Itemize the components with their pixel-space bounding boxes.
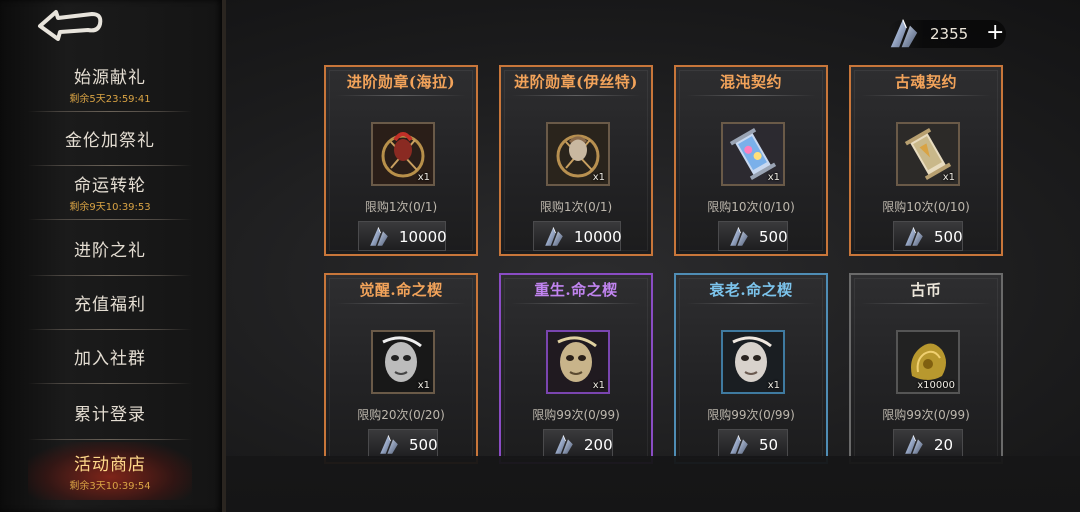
item-quantity: x1	[417, 172, 430, 183]
sidebar: 始源献礼 剩余5天23:59:41 金伦加祭礼 命运转轮 剩余9天10:39:5…	[0, 0, 226, 512]
item-quantity: x10000	[917, 380, 955, 391]
sidebar-item-label: 进阶之礼	[74, 240, 146, 261]
item-quantity: x1	[592, 172, 605, 183]
crystal-icon	[377, 433, 401, 457]
purchase-limit: 限购10次(0/10)	[882, 200, 970, 214]
item-price: 10000	[574, 228, 622, 246]
shop-card[interactable]: 觉醒.命之楔 x1 限购20次(0/20) 500	[324, 273, 478, 464]
divider	[686, 95, 816, 96]
sidebar-item-join-community[interactable]: 加入社群	[28, 330, 192, 384]
item-slot: x1	[721, 330, 785, 394]
item-title: 古魂契约	[894, 73, 957, 91]
item-title: 进阶勋章(海拉)	[346, 73, 456, 91]
countdown-timer: 剩余9天10:39:53	[69, 202, 151, 213]
shop-card[interactable]: 进阶勋章(海拉) x1 限购1次(0/1) 10000	[324, 65, 478, 256]
shop-card[interactable]: 重生.命之楔 x1 限购99次(0/99) 200	[499, 273, 653, 464]
item-price: 500	[409, 436, 438, 454]
purchase-limit: 限购10次(0/10)	[707, 200, 795, 214]
sidebar-item-label: 加入社群	[74, 348, 146, 369]
buy-button[interactable]: 200	[543, 429, 613, 459]
item-price: 500	[934, 228, 963, 246]
item-title: 觉醒.命之楔	[359, 281, 443, 299]
item-slot: x1	[546, 330, 610, 394]
sidebar-item-event-shop[interactable]: 活动商店 剩余3天10:39:54	[28, 442, 192, 500]
sidebar-item-label: 始源献礼	[74, 68, 146, 88]
shop-card[interactable]: 衰老.命之楔 x1 限购99次(0/99) 50	[674, 273, 828, 464]
countdown-timer: 剩余3天10:39:54	[69, 481, 151, 492]
purchase-limit: 限购99次(0/99)	[707, 408, 795, 422]
item-slot: x1	[371, 330, 435, 394]
sidebar-item-ginnungagap-rite[interactable]: 金伦加祭礼	[28, 112, 192, 166]
shop-card[interactable]: 混沌契约 x1 限购10次(0/10) 500	[674, 65, 828, 256]
item-slot: x10000	[896, 330, 960, 394]
buy-button[interactable]: 500	[368, 429, 438, 459]
purchase-limit: 限购99次(0/99)	[882, 408, 970, 422]
buy-button[interactable]: 50	[718, 429, 788, 459]
crystal-icon	[902, 433, 926, 457]
divider	[686, 303, 816, 304]
item-quantity: x1	[767, 172, 780, 183]
crystal-icon	[367, 225, 391, 249]
item-title: 重生.命之楔	[534, 281, 618, 299]
crystal-icon	[902, 225, 926, 249]
currency-display: 2355 +	[888, 20, 1006, 48]
purchase-limit: 限购1次(0/1)	[539, 200, 613, 214]
buy-button[interactable]: 10000	[533, 221, 622, 251]
shop-card[interactable]: 古魂契约 x1 限购10次(0/10) 500	[849, 65, 1003, 256]
buy-button[interactable]: 500	[718, 221, 788, 251]
sidebar-item-label: 命运转轮	[74, 176, 146, 196]
shop-card[interactable]: 进阶勋章(伊丝特) x1 限购1次(0/1) 10000	[499, 65, 653, 256]
buy-button[interactable]: 20	[893, 429, 963, 459]
item-slot: x1	[721, 122, 785, 186]
item-price: 20	[934, 436, 954, 454]
item-slot: x1	[371, 122, 435, 186]
item-slot: x1	[896, 122, 960, 186]
item-price: 10000	[399, 228, 447, 246]
item-price: 200	[584, 436, 613, 454]
sidebar-item-label: 累计登录	[74, 404, 146, 425]
purchase-limit: 限购99次(0/99)	[532, 408, 620, 422]
item-price: 50	[759, 436, 779, 454]
crystal-icon	[552, 433, 576, 457]
back-arrow-icon[interactable]	[30, 6, 110, 46]
purchase-limit: 限购1次(0/1)	[364, 200, 438, 214]
divider	[511, 95, 641, 96]
item-title: 衰老.命之楔	[709, 281, 793, 299]
purchase-limit: 限购20次(0/20)	[357, 408, 445, 422]
crystal-icon	[542, 225, 566, 249]
item-title: 混沌契约	[719, 73, 782, 91]
sidebar-item-cumulative-login[interactable]: 累计登录	[28, 386, 192, 440]
buy-button[interactable]: 10000	[358, 221, 447, 251]
sidebar-item-label: 活动商店	[74, 455, 146, 475]
item-quantity: x1	[592, 380, 605, 391]
item-quantity: x1	[767, 380, 780, 391]
sidebar-item-origin-gift[interactable]: 始源献礼 剩余5天23:59:41	[28, 58, 192, 112]
crystal-icon	[727, 433, 751, 457]
item-quantity: x1	[942, 172, 955, 183]
item-slot: x1	[546, 122, 610, 186]
divider	[861, 95, 991, 96]
sidebar-item-recharge-bonus[interactable]: 充值福利	[28, 276, 192, 330]
divider	[336, 95, 466, 96]
divider	[336, 303, 466, 304]
sidebar-item-advance-gift[interactable]: 进阶之礼	[28, 222, 192, 276]
crystal-icon	[886, 16, 922, 52]
item-price: 500	[759, 228, 788, 246]
crystal-icon	[727, 225, 751, 249]
add-currency-button[interactable]: +	[986, 21, 1004, 45]
scroll-fade	[226, 456, 1080, 512]
item-title: 进阶勋章(伊丝特)	[514, 73, 638, 91]
currency-amount: 2355	[930, 25, 969, 43]
shop-card[interactable]: 古币 x10000 限购99次(0/99) 20	[849, 273, 1003, 464]
divider	[861, 303, 991, 304]
buy-button[interactable]: 500	[893, 221, 963, 251]
countdown-timer: 剩余5天23:59:41	[69, 94, 151, 105]
divider	[511, 303, 641, 304]
item-title: 古币	[910, 281, 942, 299]
sidebar-item-fortune-wheel[interactable]: 命运转轮 剩余9天10:39:53	[28, 166, 192, 220]
item-quantity: x1	[417, 380, 430, 391]
sidebar-item-label: 充值福利	[74, 294, 146, 315]
sidebar-item-label: 金伦加祭礼	[65, 130, 155, 151]
